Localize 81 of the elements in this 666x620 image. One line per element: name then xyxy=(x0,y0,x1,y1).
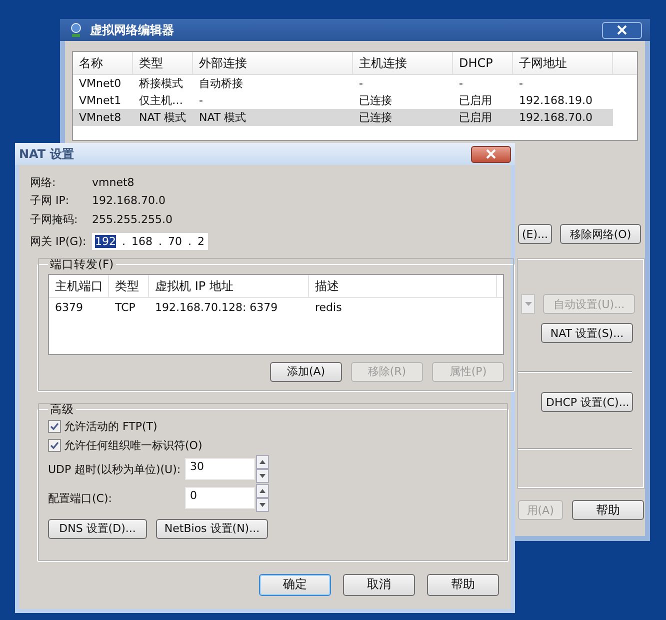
column-header[interactable]: 类型 xyxy=(133,52,193,74)
separator-dot: . xyxy=(188,235,192,248)
nat-settings-button[interactable]: NAT 设置(S)... xyxy=(541,323,633,343)
dhcp-settings-button[interactable]: DHCP 设置(C)... xyxy=(541,392,633,412)
table-cell-text: redis xyxy=(314,301,343,314)
column-header[interactable]: 外部连接 xyxy=(193,52,353,74)
table-cell-text: 已连接 xyxy=(358,110,393,125)
field-value: vmnet8 xyxy=(92,176,134,189)
table-cell-text: 已启用 xyxy=(458,110,493,125)
network-icon xyxy=(68,22,84,38)
table-cell-text: 192.168.70.0 xyxy=(518,111,594,124)
table-cell-text: - xyxy=(518,77,524,90)
dialog-button[interactable]: 确定 xyxy=(259,574,331,596)
table-cell-text: TCP xyxy=(114,301,136,314)
close-button[interactable] xyxy=(471,146,511,162)
window-title: 虚拟网络编辑器 xyxy=(90,22,174,38)
group-title: 高级 xyxy=(49,402,75,416)
column-header[interactable]: 描述 xyxy=(309,274,497,296)
checkbox[interactable] xyxy=(48,420,61,432)
table-cell-text: 自动桥接 xyxy=(198,76,244,91)
action-button[interactable]: (E)... xyxy=(518,224,552,244)
dialog-button[interactable]: 帮助 xyxy=(572,500,644,520)
table-cell-text: NAT 模式 xyxy=(198,110,248,125)
field-label: 子网掩码: xyxy=(30,212,79,227)
checkbox-label[interactable]: 允许活动的 FTP(T) xyxy=(64,418,158,434)
settings-button[interactable]: DNS 设置(D)... xyxy=(48,518,147,538)
table-cell-text: - xyxy=(198,94,204,107)
dialog-button[interactable]: 帮助 xyxy=(427,574,499,596)
table-cell-text: VMnet1 xyxy=(78,94,122,107)
table-cell-text: 192.168.19.0 xyxy=(518,94,594,107)
table-cell-text: 192.168.70.128: 6379 xyxy=(154,301,279,314)
network-row[interactable]: VMnet1 仅主机… - 已连接 已启用 192.168.19.0 xyxy=(73,92,637,109)
ip-octet: 2 xyxy=(198,235,204,248)
table-cell-text: - xyxy=(358,77,364,90)
table-cell-text: VMnet8 xyxy=(78,111,122,124)
number-field[interactable]: 0 xyxy=(185,487,255,509)
table-cell-text: 已启用 xyxy=(458,93,493,108)
table-cell-text: 6379 xyxy=(54,301,84,314)
dialog-button[interactable]: 取消 xyxy=(343,574,415,596)
table-cell-text: 桥接模式 xyxy=(138,76,184,91)
column-header[interactable]: 子网地址 xyxy=(513,52,613,74)
checkbox-label[interactable]: 允许任何组织唯一标识符(O) xyxy=(64,438,202,452)
field-value: 255.255.255.0 xyxy=(92,212,172,226)
separator-dot: . xyxy=(122,235,126,248)
list-action-button[interactable]: 添加(A) xyxy=(270,362,342,382)
table-cell-text: VMnet0 xyxy=(78,77,122,90)
spinner-arrows-icon[interactable] xyxy=(256,455,269,483)
column-header[interactable]: 主机连接 xyxy=(353,52,453,74)
close-icon xyxy=(617,25,627,35)
column-header[interactable]: DHCP xyxy=(453,52,513,74)
ip-octet: 70 xyxy=(168,235,182,248)
column-header[interactable]: 主机端口 xyxy=(49,274,109,296)
network-row[interactable]: VMnet8 NAT 模式 NAT 模式 已连接 已启用 192.168.70.0 xyxy=(73,109,613,126)
separator-dot: . xyxy=(158,235,162,248)
field-label: 网关 IP(G): xyxy=(30,234,88,249)
ip-octet: 168 xyxy=(132,235,152,248)
window-title: NAT 设置 xyxy=(19,146,74,162)
table-cell-text: 仅主机… xyxy=(138,93,184,108)
group-title: 端口转发(F) xyxy=(49,256,115,272)
field-label: 配置端口(C): xyxy=(48,490,113,506)
column-header[interactable]: 名称 xyxy=(73,52,133,74)
field-label: UDP 超时(以秒为单位)(U): xyxy=(48,462,182,476)
number-field[interactable]: 30 xyxy=(185,458,255,480)
column-header[interactable]: 类型 xyxy=(109,274,149,296)
table-cell-text: NAT 模式 xyxy=(138,110,188,125)
table-cell-text: 已连接 xyxy=(358,93,393,108)
action-button[interactable]: 移除网络(O) xyxy=(560,224,641,244)
settings-button[interactable]: NetBios 设置(N)... xyxy=(156,518,268,538)
table-cell-text: - xyxy=(458,77,464,90)
ip-address-field[interactable]: 192 . 168 . 70 . 2 xyxy=(92,233,208,250)
column-header[interactable]: 虚拟机 IP 地址 xyxy=(149,274,309,296)
rule-row[interactable]: 6379 TCP 192.168.70.128: 6379 redis xyxy=(49,298,503,318)
checkbox[interactable] xyxy=(48,438,61,452)
close-button[interactable] xyxy=(602,22,642,38)
field-label: 网络: xyxy=(30,174,57,190)
spinner-arrows-icon[interactable] xyxy=(256,484,269,512)
ip-octet: 192 xyxy=(95,235,116,248)
field-value: 192.168.70.0 xyxy=(92,194,166,208)
field-label: 子网 IP: xyxy=(30,193,70,208)
close-icon xyxy=(486,149,496,159)
network-row[interactable]: VMnet0 桥接模式 自动桥接 - - - xyxy=(73,75,637,92)
